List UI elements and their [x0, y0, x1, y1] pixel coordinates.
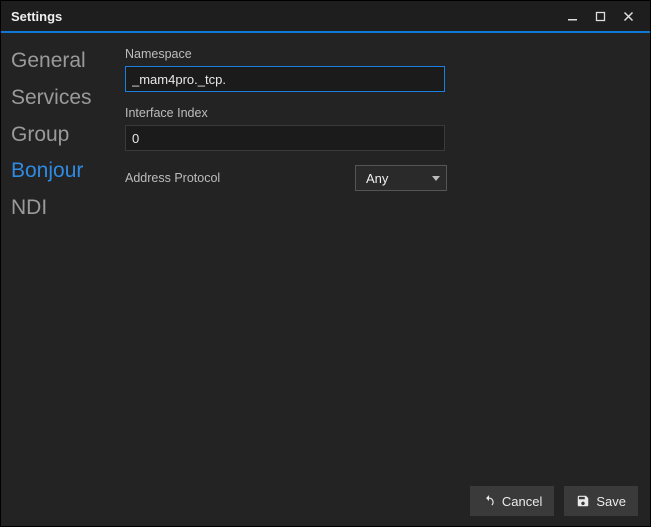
window-title: Settings	[11, 9, 558, 24]
interface-index-input[interactable]	[125, 125, 445, 151]
body-area: General Services Group Bonjour NDI Names…	[1, 33, 650, 476]
titlebar: Settings	[1, 1, 650, 31]
save-label: Save	[596, 494, 626, 509]
undo-icon	[482, 494, 496, 508]
namespace-label: Namespace	[125, 47, 630, 61]
footer: Cancel Save	[1, 476, 650, 526]
interface-index-field: Interface Index	[125, 106, 630, 151]
address-protocol-select[interactable]: Any	[355, 165, 447, 191]
maximize-icon	[595, 11, 606, 22]
close-button[interactable]	[614, 1, 642, 31]
content-area: Namespace Interface Index Address Protoc…	[119, 33, 650, 476]
cancel-button[interactable]: Cancel	[470, 486, 554, 516]
sidebar-item-ndi[interactable]: NDI	[11, 190, 119, 227]
minimize-icon	[567, 11, 578, 22]
window-controls	[558, 1, 642, 31]
settings-window: Settings General Services Group Bonjour …	[0, 0, 651, 527]
cancel-label: Cancel	[502, 494, 542, 509]
sidebar-item-group[interactable]: Group	[11, 117, 119, 154]
save-icon	[576, 494, 590, 508]
chevron-down-icon	[432, 176, 440, 181]
sidebar-item-general[interactable]: General	[11, 43, 119, 80]
sidebar-item-services[interactable]: Services	[11, 80, 119, 117]
save-button[interactable]: Save	[564, 486, 638, 516]
address-protocol-label: Address Protocol	[125, 171, 355, 185]
namespace-field: Namespace	[125, 47, 630, 92]
address-protocol-value: Any	[366, 171, 388, 186]
close-icon	[623, 11, 634, 22]
maximize-button[interactable]	[586, 1, 614, 31]
namespace-input[interactable]	[125, 66, 445, 92]
interface-index-label: Interface Index	[125, 106, 630, 120]
sidebar: General Services Group Bonjour NDI	[1, 33, 119, 476]
sidebar-item-bonjour[interactable]: Bonjour	[11, 153, 119, 190]
minimize-button[interactable]	[558, 1, 586, 31]
address-protocol-field: Address Protocol Any	[125, 165, 630, 191]
